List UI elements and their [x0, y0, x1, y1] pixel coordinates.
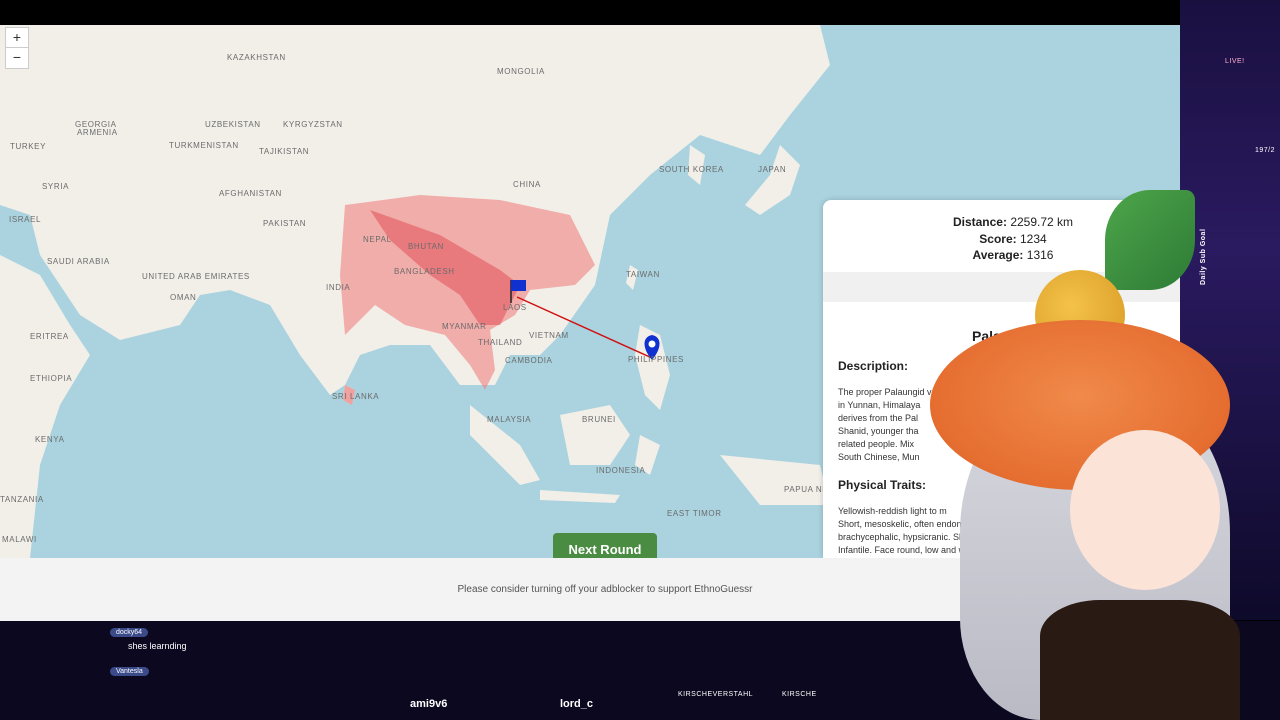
map-country-label: MALAYSIA [487, 415, 532, 424]
chat-message: shes learnding [128, 641, 187, 651]
map-country-label: MYANMAR [442, 322, 487, 331]
distance-value: 2259.72 km [1010, 215, 1074, 229]
live-badge: LIVE! [1225, 58, 1245, 65]
map-country-label: NEPAL [363, 235, 392, 244]
map-country-label: TURKEY [10, 142, 47, 151]
map-country-label: SRI LANKA [332, 392, 380, 401]
map-country-label: CAMBODIA [505, 356, 553, 365]
chat-username: Vantesla [110, 667, 149, 676]
map-country-label: TURKMENISTAN [169, 141, 239, 150]
map-country-label: TANZANIA [0, 495, 44, 504]
land-java [540, 490, 620, 503]
map-country-label: ERITREA [30, 332, 69, 341]
map-country-label: TAJIKISTAN [259, 147, 310, 156]
next-round-button[interactable]: Next Round [553, 533, 657, 558]
traits-heading: Physical Traits: [838, 478, 927, 492]
map-country-label: THAILAND [478, 338, 523, 347]
map-country-label: ARMENIA [77, 128, 118, 137]
social-handle: KIRSCHE [782, 691, 817, 698]
score-value: 1234 [1020, 232, 1047, 246]
map-country-label: TAIWAN [626, 270, 660, 279]
map-country-label: MALAWI [2, 535, 37, 544]
map-country-label: UZBEKISTAN [205, 120, 261, 129]
map-country-label: BANGLADESH [394, 267, 455, 276]
ticker-name: lord_c [560, 698, 594, 710]
map-country-label: SAUDI ARABIA [47, 257, 110, 266]
map-country-label: KAZAKHSTAN [227, 53, 286, 62]
top-black-bar [0, 0, 1280, 25]
social-handle: KIRSCHEVERSTAHL [678, 691, 754, 698]
map-country-label: PAKISTAN [263, 219, 307, 228]
vtuber-avatar-body [1040, 600, 1240, 720]
map-country-label: SYRIA [42, 182, 70, 191]
map-country-label: OMAN [170, 293, 197, 302]
map-country-label: JAPAN [758, 165, 787, 174]
vtuber-avatar-face [1070, 430, 1220, 590]
sub-count: 197/2 [1255, 147, 1276, 154]
pineapple-leaves-decoration [1105, 190, 1195, 290]
map-country-label: UNITED ARAB EMIRATES [142, 272, 250, 281]
zoom-out-button[interactable]: − [5, 47, 29, 69]
map-country-label: ETHIOPIA [30, 374, 73, 383]
map-country-label: ISRAEL [9, 215, 42, 224]
map-country-label: EAST TIMOR [667, 509, 722, 518]
average-value: 1316 [1026, 248, 1054, 262]
chat-username: docky64 [110, 628, 149, 637]
map-country-label: BHUTAN [408, 242, 444, 251]
map-country-label: SOUTH KOREA [659, 165, 724, 174]
daily-sub-goal-label: Daily Sub Goal [1200, 228, 1207, 285]
ticker-name: ami9v6 [410, 698, 448, 710]
description-heading: Description: [838, 359, 909, 373]
map-country-label: CHINA [513, 180, 541, 189]
map-country-label: INDONESIA [596, 466, 646, 475]
map-country-label: KENYA [35, 435, 65, 444]
land-japan [745, 145, 800, 215]
map-country-label: VIETNAM [529, 331, 569, 340]
map-country-label: PHILIPPINES [628, 355, 684, 364]
map-country-label: BRUNEI [582, 415, 616, 424]
distance-label: Distance: [952, 215, 1007, 229]
score-label: Score: [979, 232, 1017, 246]
land-newguinea [720, 455, 830, 505]
map-country-label: LAOS [503, 303, 527, 312]
land-borneo [560, 405, 630, 465]
zoom-in-button[interactable]: + [5, 27, 29, 49]
map-country-label: MONGOLIA [497, 67, 545, 76]
map-country-label: INDIA [326, 283, 351, 292]
average-label: Average: [972, 248, 1024, 262]
map-country-label: KYRGYZSTAN [283, 120, 343, 129]
map-country-label: AFGHANISTAN [219, 189, 282, 198]
